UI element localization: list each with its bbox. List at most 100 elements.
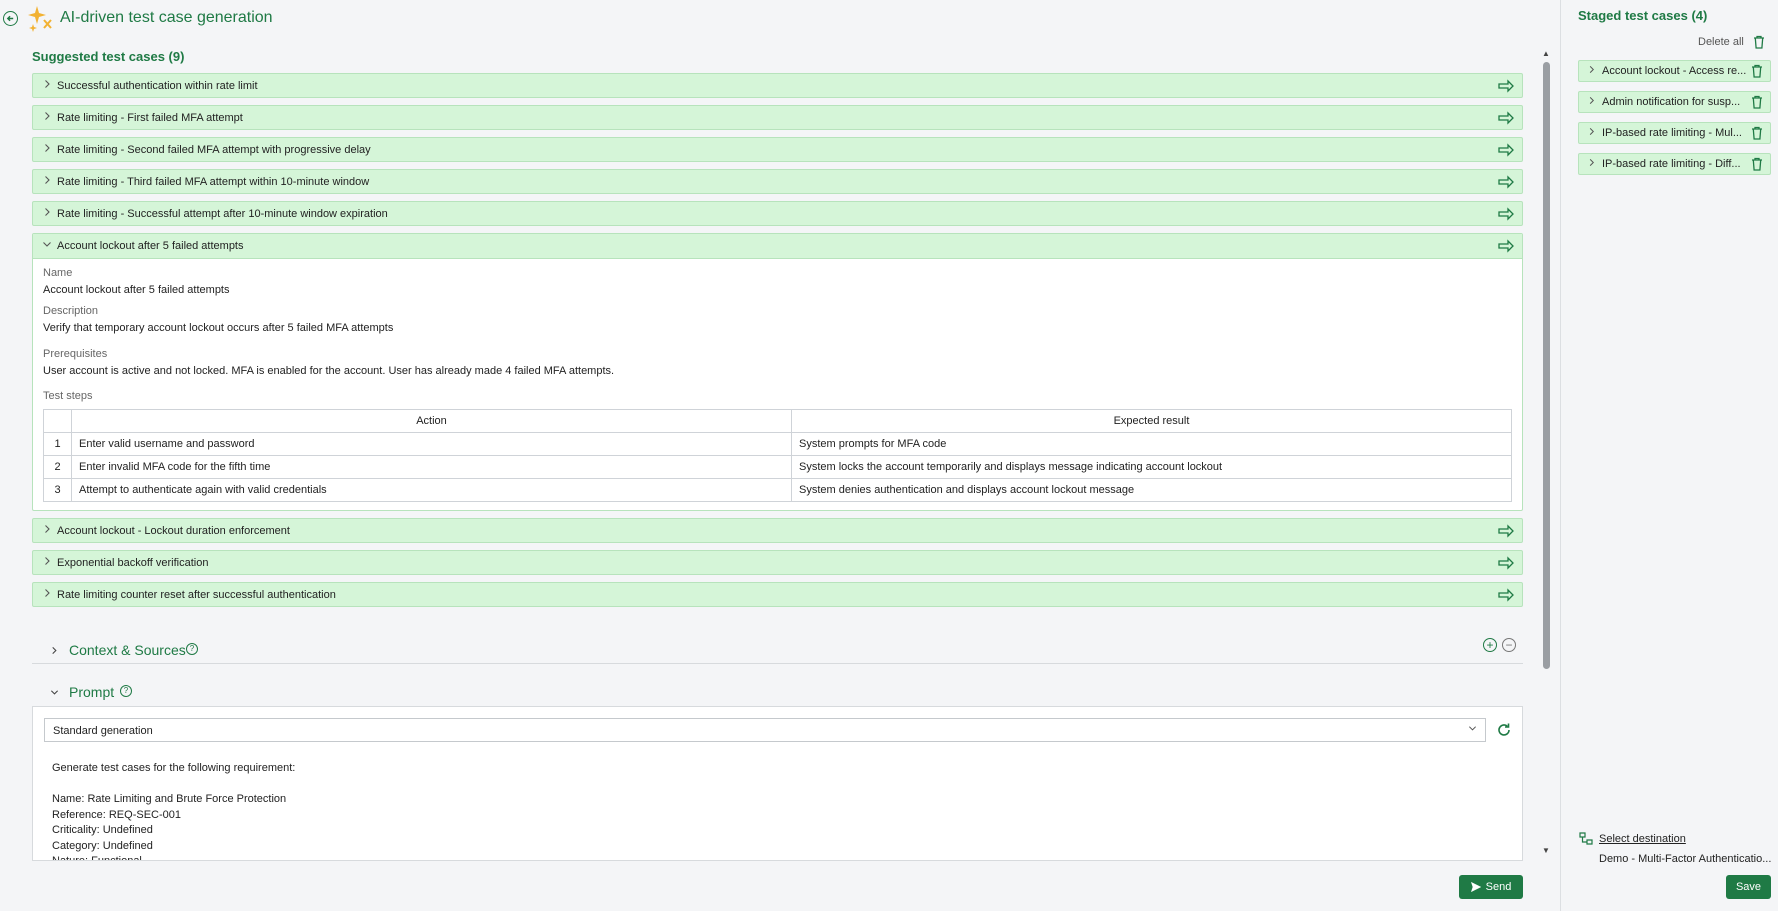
stage-arrow-icon[interactable] bbox=[1498, 588, 1514, 602]
send-button[interactable]: Send bbox=[1459, 875, 1523, 899]
chevron-right-icon[interactable] bbox=[42, 588, 52, 598]
chevron-right-icon[interactable] bbox=[42, 556, 52, 566]
trash-icon[interactable] bbox=[1753, 35, 1765, 49]
refresh-icon[interactable] bbox=[1496, 722, 1512, 738]
page-title: AI-driven test case generation bbox=[60, 9, 273, 26]
test-case-label: Rate limiting - Successful attempt after… bbox=[57, 208, 388, 220]
staged-item[interactable]: Admin notification for susp... bbox=[1578, 91, 1771, 113]
step-number: 3 bbox=[43, 478, 72, 502]
stage-arrow-icon[interactable] bbox=[1498, 175, 1514, 189]
staged-item[interactable]: IP-based rate limiting - Mul... bbox=[1578, 122, 1771, 144]
test-case-label: Rate limiting - Third failed MFA attempt… bbox=[57, 176, 370, 188]
save-button[interactable]: Save bbox=[1726, 875, 1771, 899]
main-scrollbar[interactable]: ▲ ▼ bbox=[1542, 49, 1550, 855]
chevron-right-icon[interactable] bbox=[1587, 158, 1596, 170]
context-section-header[interactable]: Context & Sources ? + − bbox=[32, 636, 1523, 664]
col-action: Action bbox=[71, 409, 792, 433]
chevron-right-icon[interactable] bbox=[42, 175, 52, 185]
trash-icon[interactable] bbox=[1751, 64, 1763, 78]
test-case-label: Successful authentication within rate li… bbox=[57, 80, 258, 92]
scroll-down-icon[interactable]: ▼ bbox=[1542, 846, 1550, 855]
tree-icon bbox=[1579, 832, 1593, 845]
select-destination-link[interactable]: Select destination bbox=[1599, 833, 1686, 845]
description-label: Description bbox=[43, 305, 99, 317]
prerequisites-label: Prerequisites bbox=[43, 348, 108, 360]
chevron-right-icon[interactable] bbox=[50, 646, 59, 658]
test-case-row[interactable]: Exponential backoff verification bbox=[32, 550, 1523, 575]
stage-arrow-icon[interactable] bbox=[1498, 111, 1514, 125]
step-expected: System prompts for MFA code bbox=[791, 432, 1512, 456]
step-number: 2 bbox=[43, 455, 72, 479]
staged-item-label: Account lockout - Access re... bbox=[1602, 65, 1747, 77]
test-steps-label: Test steps bbox=[43, 390, 93, 402]
step-number: 1 bbox=[43, 432, 72, 456]
prompt-section-header[interactable]: Prompt ? bbox=[32, 678, 1523, 706]
stage-arrow-icon[interactable] bbox=[1498, 556, 1514, 570]
expanded-test-case: Account lockout after 5 failed attempts … bbox=[32, 233, 1523, 511]
test-case-row[interactable]: Rate limiting - Third failed MFA attempt… bbox=[32, 169, 1523, 194]
chevron-down-icon[interactable] bbox=[42, 239, 52, 249]
test-case-label: Rate limiting - First failed MFA attempt bbox=[57, 112, 243, 124]
prompt-text[interactable]: Generate test cases for the following re… bbox=[52, 761, 295, 860]
stage-arrow-icon[interactable] bbox=[1498, 207, 1514, 221]
test-case-row[interactable]: Rate limiting - First failed MFA attempt bbox=[32, 105, 1523, 130]
prompt-template-select[interactable]: Standard generation bbox=[44, 718, 1486, 742]
col-expected: Expected result bbox=[791, 409, 1512, 433]
collapse-all-icon[interactable]: − bbox=[1502, 638, 1516, 652]
context-section-title: Context & Sources bbox=[69, 642, 186, 658]
chevron-down-icon bbox=[1468, 724, 1477, 736]
chevron-right-icon[interactable] bbox=[42, 111, 52, 121]
step-action: Attempt to authenticate again with valid… bbox=[71, 478, 792, 502]
chevron-right-icon[interactable] bbox=[1587, 65, 1596, 77]
test-case-row[interactable]: Rate limiting counter reset after succes… bbox=[32, 582, 1523, 607]
chevron-right-icon[interactable] bbox=[42, 79, 52, 89]
test-case-label: Account lockout - Lockout duration enfor… bbox=[57, 525, 290, 537]
prompt-panel: Standard generation Generate test cases … bbox=[32, 706, 1523, 861]
staged-title: Staged test cases (4) bbox=[1578, 8, 1708, 23]
test-case-label: Rate limiting counter reset after succes… bbox=[57, 589, 336, 601]
name-value: Account lockout after 5 failed attempts bbox=[43, 284, 230, 296]
test-case-row[interactable]: Successful authentication within rate li… bbox=[32, 73, 1523, 98]
trash-icon[interactable] bbox=[1751, 95, 1763, 109]
prompt-section-title: Prompt bbox=[69, 684, 115, 700]
delete-all-button[interactable]: Delete all bbox=[1698, 36, 1744, 48]
stage-arrow-icon[interactable] bbox=[1498, 524, 1514, 538]
help-icon[interactable]: ? bbox=[186, 643, 198, 655]
staged-item-label: IP-based rate limiting - Mul... bbox=[1602, 127, 1742, 139]
test-case-label: Account lockout after 5 failed attempts bbox=[57, 240, 244, 252]
table-row: 1 Enter valid username and password Syst… bbox=[43, 432, 1512, 456]
test-case-row[interactable]: Rate limiting - Second failed MFA attemp… bbox=[32, 137, 1523, 162]
stage-arrow-icon[interactable] bbox=[1498, 143, 1514, 157]
chevron-right-icon[interactable] bbox=[1587, 96, 1596, 108]
staged-item[interactable]: IP-based rate limiting - Diff... bbox=[1578, 153, 1771, 175]
table-row: 3 Attempt to authenticate again with val… bbox=[43, 478, 1512, 502]
chevron-right-icon[interactable] bbox=[42, 207, 52, 217]
send-label: Send bbox=[1485, 881, 1512, 893]
expand-all-icon[interactable]: + bbox=[1483, 638, 1497, 652]
test-case-row[interactable]: Account lockout - Lockout duration enfor… bbox=[32, 518, 1523, 543]
trash-icon[interactable] bbox=[1751, 157, 1763, 171]
staged-item-label: IP-based rate limiting - Diff... bbox=[1602, 158, 1741, 170]
step-expected: System denies authentication and display… bbox=[791, 478, 1512, 502]
staged-item[interactable]: Account lockout - Access re... bbox=[1578, 60, 1771, 82]
chevron-right-icon[interactable] bbox=[42, 143, 52, 153]
scroll-up-icon[interactable]: ▲ bbox=[1542, 49, 1550, 58]
back-icon[interactable] bbox=[3, 11, 18, 26]
test-case-row-expanded[interactable]: Account lockout after 5 failed attempts bbox=[33, 234, 1522, 259]
step-expected: System locks the account temporarily and… bbox=[791, 455, 1512, 479]
table-row: 2 Enter invalid MFA code for the fifth t… bbox=[43, 455, 1512, 479]
select-value: Standard generation bbox=[53, 725, 153, 737]
col-number bbox=[43, 409, 72, 433]
chevron-down-icon[interactable] bbox=[50, 688, 59, 700]
stage-arrow-icon[interactable] bbox=[1498, 239, 1514, 253]
destination-value: Demo - Multi-Factor Authenticatio... bbox=[1599, 853, 1772, 865]
trash-icon[interactable] bbox=[1751, 126, 1763, 140]
help-icon[interactable]: ? bbox=[120, 685, 132, 697]
stage-arrow-icon[interactable] bbox=[1498, 79, 1514, 93]
test-case-row[interactable]: Rate limiting - Successful attempt after… bbox=[32, 201, 1523, 226]
chevron-right-icon[interactable] bbox=[1587, 127, 1596, 139]
step-action: Enter invalid MFA code for the fifth tim… bbox=[71, 455, 792, 479]
staged-panel: Staged test cases (4) Delete all Account… bbox=[1560, 0, 1778, 911]
scrollbar-thumb[interactable] bbox=[1543, 62, 1550, 669]
chevron-right-icon[interactable] bbox=[42, 524, 52, 534]
